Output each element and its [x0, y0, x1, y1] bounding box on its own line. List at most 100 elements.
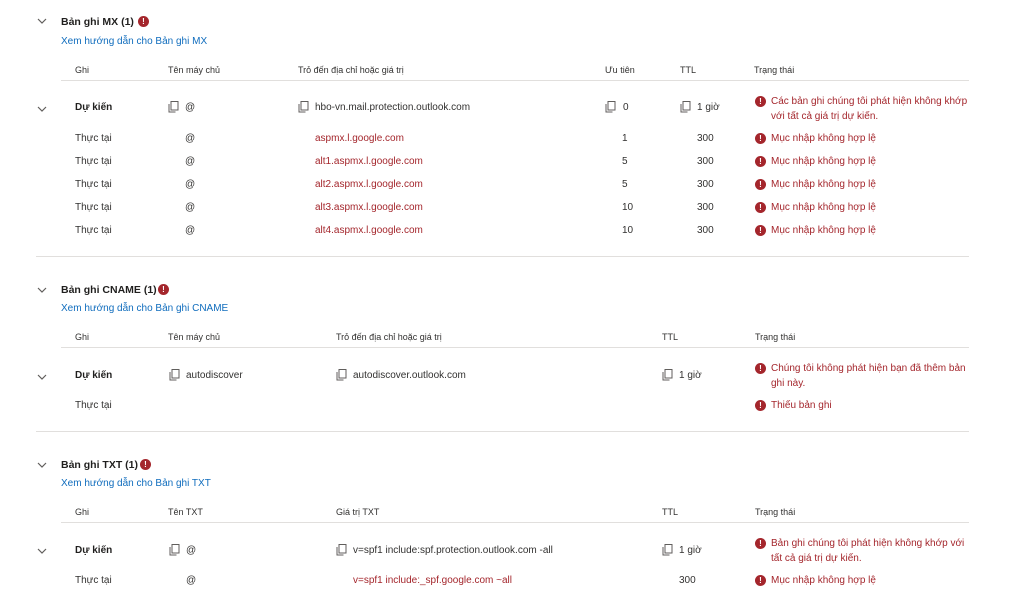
cname-expected-ttl: 1 giờ	[679, 370, 702, 381]
mx-actual-type: Thực tại	[75, 133, 112, 144]
txt-expected-type: Dự kiến	[75, 545, 113, 556]
mx-actual-value: alt4.aspmx.l.google.com	[315, 225, 423, 236]
error-icon: !	[755, 538, 766, 549]
cname-header-ttl: TTL	[662, 332, 679, 342]
txt-header-value: Giá trị TXT	[336, 507, 380, 517]
error-icon: !	[755, 225, 766, 236]
error-icon: !	[755, 133, 766, 144]
copy-icon[interactable]	[680, 101, 691, 113]
mx-section-title: Bản ghi MX (1)	[61, 16, 134, 28]
cname-guide-link[interactable]: Xem hướng dẫn cho Bản ghi CNAME	[61, 303, 228, 314]
mx-actual-host: @	[185, 133, 196, 144]
cname-section-divider	[36, 431, 969, 432]
mx-expected-value: hbo-vn.mail.protection.outlook.com	[315, 102, 471, 113]
mx-actual-ttl: 300	[697, 133, 714, 144]
mx-actual-status: ! Mục nhập không hợp lệ	[755, 200, 970, 215]
mx-actual-ttl: 300	[697, 225, 714, 236]
mx-actual-status: ! Mục nhập không hợp lệ	[755, 177, 970, 192]
copy-icon[interactable]	[336, 369, 347, 381]
error-icon: !	[755, 202, 766, 213]
cname-expected-value: autodiscover.outlook.com	[353, 370, 466, 381]
mx-header-ttl: TTL	[680, 65, 697, 75]
mx-actual-status: ! Mục nhập không hợp lệ	[755, 154, 970, 169]
error-icon: !	[755, 400, 766, 411]
mx-collapse-chevron-icon[interactable]	[36, 15, 48, 27]
cname-actual-type: Thực tại	[75, 400, 112, 411]
txt-header-status: Trạng thái	[755, 507, 796, 517]
mx-actual-host: @	[185, 225, 196, 236]
cname-header-status: Trạng thái	[755, 332, 796, 342]
error-icon: !	[755, 179, 766, 190]
copy-icon[interactable]	[169, 544, 180, 556]
txt-guide-link[interactable]: Xem hướng dẫn cho Bản ghi TXT	[61, 478, 211, 489]
cname-expected-row-chevron-icon[interactable]	[36, 371, 48, 383]
txt-header-ttl: TTL	[662, 507, 679, 517]
mx-actual-priority: 10	[622, 225, 634, 236]
mx-actual-value: aspmx.l.google.com	[315, 133, 404, 144]
mx-actual-priority: 10	[622, 202, 634, 213]
txt-expected-row-chevron-icon[interactable]	[36, 545, 48, 557]
mx-actual-priority: 5	[622, 179, 628, 190]
txt-actual-value: v=spf1 include:_spf.google.com ~all	[353, 575, 512, 586]
copy-icon[interactable]	[298, 101, 309, 113]
mx-actual-host: @	[185, 179, 196, 190]
cname-header-value: Trỏ đến địa chỉ hoặc giá trị	[336, 332, 442, 342]
copy-icon[interactable]	[336, 544, 347, 556]
txt-header-record: Ghi	[75, 507, 90, 517]
txt-actual-ttl: 300	[679, 575, 696, 586]
mx-header-priority: Ưu tiên	[605, 65, 635, 75]
mx-guide-link[interactable]: Xem hướng dẫn cho Bản ghi MX	[61, 36, 207, 47]
mx-expected-type: Dự kiến	[75, 102, 113, 113]
cname-header-record: Ghi	[75, 332, 90, 342]
mx-actual-type: Thực tại	[75, 179, 112, 190]
cname-header-host: Tên máy chủ	[168, 332, 221, 342]
mx-actual-type: Thực tại	[75, 156, 112, 167]
error-icon: !	[755, 96, 766, 107]
txt-expected-ttl: 1 giờ	[679, 545, 702, 556]
error-icon: !	[755, 363, 766, 374]
copy-icon[interactable]	[168, 101, 179, 113]
cname-expected-host: autodiscover	[186, 370, 243, 381]
mx-expected-host: @	[185, 102, 196, 113]
cname-actual-status: ! Thiếu bản ghi	[755, 398, 970, 413]
copy-icon[interactable]	[662, 544, 673, 556]
mx-expected-row-chevron-icon[interactable]	[36, 103, 48, 115]
cname-expected-status: ! Chúng tôi không phát hiện bạn đã thêm …	[755, 361, 970, 391]
copy-icon[interactable]	[662, 369, 673, 381]
mx-header-host: Tên máy chủ	[168, 65, 221, 75]
mx-expected-ttl: 1 giờ	[697, 102, 720, 113]
cname-collapse-chevron-icon[interactable]	[36, 284, 48, 296]
error-icon: !	[755, 575, 766, 586]
txt-expected-status: ! Bản ghi chúng tôi phát hiện không khớp…	[755, 536, 975, 566]
mx-actual-priority: 5	[622, 156, 628, 167]
txt-header-name: Tên TXT	[168, 507, 203, 517]
mx-error-icon: !	[138, 16, 149, 27]
mx-actual-value: alt2.aspmx.l.google.com	[315, 179, 423, 190]
mx-actual-status: ! Mục nhập không hợp lệ	[755, 223, 970, 238]
mx-actual-value: alt3.aspmx.l.google.com	[315, 202, 423, 213]
txt-actual-status: ! Mục nhập không hợp lệ	[755, 573, 970, 588]
txt-actual-host: @	[186, 575, 197, 586]
cname-section-title: Bản ghi CNAME (1)	[61, 284, 157, 296]
mx-expected-priority: 0	[623, 102, 629, 113]
copy-icon[interactable]	[169, 369, 180, 381]
txt-expected-value: v=spf1 include:spf.protection.outlook.co…	[353, 545, 553, 556]
mx-actual-type: Thực tại	[75, 202, 112, 213]
mx-header-divider	[61, 80, 969, 81]
txt-expected-host: @	[186, 545, 197, 556]
mx-actual-ttl: 300	[697, 202, 714, 213]
txt-header-divider	[61, 522, 969, 523]
mx-header-record: Ghi	[75, 65, 90, 75]
cname-header-divider	[61, 347, 969, 348]
error-icon: !	[755, 156, 766, 167]
mx-actual-ttl: 300	[697, 156, 714, 167]
mx-actual-ttl: 300	[697, 179, 714, 190]
mx-actual-status: ! Mục nhập không hợp lệ	[755, 131, 970, 146]
mx-actual-host: @	[185, 156, 196, 167]
txt-error-icon: !	[140, 459, 151, 470]
mx-header-status: Trạng thái	[754, 65, 795, 75]
txt-collapse-chevron-icon[interactable]	[36, 459, 48, 471]
mx-actual-value: alt1.aspmx.l.google.com	[315, 156, 423, 167]
copy-icon[interactable]	[605, 101, 616, 113]
cname-error-icon: !	[158, 284, 169, 295]
